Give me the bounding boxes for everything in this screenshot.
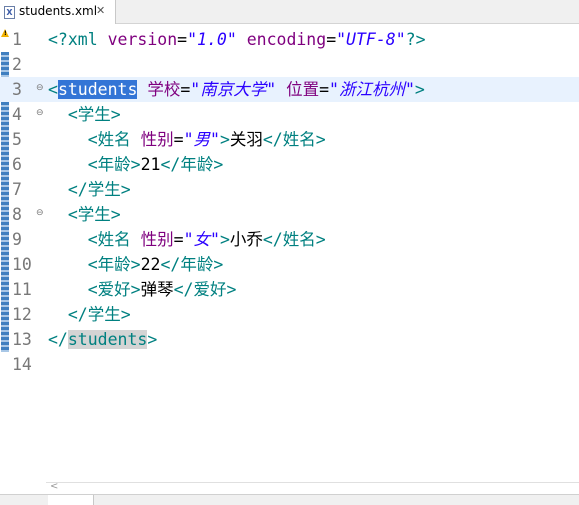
tag-bracket: > <box>414 80 425 99</box>
start-tag: <年龄> <box>87 155 141 174</box>
start-tag: <年龄> <box>87 255 141 274</box>
code-text: <年龄>21</年龄> <box>48 152 224 177</box>
xml-declaration-open: <?xml <box>48 30 98 49</box>
attribute-value: "女" <box>183 230 220 249</box>
code-text: <?xml version="1.0" encoding="UTF-8"?> <box>48 27 426 52</box>
code-line[interactable]: 14 <box>0 352 579 377</box>
line-number: 10 <box>12 255 32 274</box>
code-line[interactable]: 8 ⊖ <学生> <box>0 202 579 227</box>
code-text: <姓名 性别="男">关羽</姓名> <box>87 130 326 149</box>
attribute-name: 性别 <box>140 130 174 149</box>
code-text: <年龄>22</年龄> <box>48 252 224 277</box>
end-tag: </学生> <box>67 305 131 324</box>
code-line[interactable]: 11 <爱好>弹琴</爱好> <box>0 277 579 302</box>
editor-tab-bar: X students.xml ✕ <box>0 0 579 24</box>
line-number: 14 <box>12 355 32 374</box>
code-line[interactable]: 9 <姓名 性别="女">小乔</姓名> <box>0 227 579 252</box>
attribute-name: 学校 <box>147 80 181 99</box>
code-line[interactable]: 5 <姓名 性别="男">关羽</姓名> <box>0 127 579 152</box>
end-tag: </年龄> <box>160 255 224 274</box>
attribute-value: "南京大学" <box>190 80 277 99</box>
equals: = <box>326 30 337 49</box>
fold-toggle-icon[interactable]: ⊖ <box>36 109 45 118</box>
attribute-value: "浙江杭州" <box>329 80 415 99</box>
element-text: 小乔 <box>229 230 263 249</box>
code-line[interactable]: 4 ⊖ <学生> <box>0 102 579 127</box>
code-text: <学生> <box>48 102 121 127</box>
code-line[interactable]: 10 <年龄>22</年龄> <box>0 252 579 277</box>
xml-declaration-close: ?> <box>405 30 426 49</box>
close-icon[interactable]: ✕ <box>96 4 105 17</box>
end-tag: </姓名> <box>262 130 326 149</box>
end-tag: </年龄> <box>160 155 224 174</box>
matching-tag-name: students <box>67 330 148 349</box>
line-number: 5 <box>12 130 22 149</box>
line-number: 8 <box>12 205 22 224</box>
line-number: 6 <box>12 155 22 174</box>
end-tag: </学生> <box>67 180 131 199</box>
xml-file-icon: X <box>4 6 15 19</box>
start-tag-open: <姓名 <box>87 130 131 149</box>
code-text: <学生> <box>48 202 121 227</box>
code-text: <students 学校="南京大学" 位置="浙江杭州"> <box>48 80 425 99</box>
attribute-name: 位置 <box>286 80 320 99</box>
tab-label: students.xml <box>19 4 98 18</box>
scroll-left-icon[interactable]: < <box>50 481 58 492</box>
line-number: 1 <box>12 30 22 49</box>
editor-bottom-tabs <box>0 494 579 505</box>
element-text: 22 <box>140 255 161 274</box>
equals: = <box>177 30 188 49</box>
start-tag: <学生> <box>67 205 121 224</box>
code-text: </students> <box>48 327 157 352</box>
attribute-value: "男" <box>183 130 220 149</box>
fold-toggle-icon[interactable]: ⊖ <box>36 209 45 218</box>
line-number: 4 <box>12 105 22 124</box>
tab-students-xml[interactable]: X students.xml ✕ <box>0 0 116 24</box>
code-line[interactable]: 7 </学生> <box>0 177 579 202</box>
code-line[interactable]: 3 ⊖ <students 学校="南京大学" 位置="浙江杭州"> <box>0 77 579 102</box>
attribute-name: encoding <box>246 30 327 49</box>
code-line[interactable]: 12 </学生> <box>0 302 579 327</box>
start-tag: <爱好> <box>87 280 141 299</box>
line-number: 13 <box>12 330 32 349</box>
code-text: </学生> <box>48 302 131 327</box>
code-text: </学生> <box>48 177 131 202</box>
code-text: <姓名 性别="女">小乔</姓名> <box>87 230 326 249</box>
end-tag: </姓名> <box>262 230 326 249</box>
selected-tag-name: students <box>57 80 138 99</box>
tag-bracket: > <box>147 330 158 349</box>
element-text: 弹琴 <box>140 280 174 299</box>
code-text: <爱好>弹琴</爱好> <box>48 277 237 302</box>
line-number: 9 <box>12 230 22 249</box>
tag-bracket: < <box>48 80 58 99</box>
line-number: 7 <box>12 180 22 199</box>
tag-bracket: </ <box>48 330 68 349</box>
start-tag: <学生> <box>67 105 121 124</box>
element-text: 21 <box>140 155 161 174</box>
start-tag-open: <姓名 <box>87 230 131 249</box>
line-number: 3 <box>12 80 22 99</box>
code-line[interactable]: 2 <box>0 52 579 77</box>
fold-toggle-icon[interactable]: ⊖ <box>36 84 45 93</box>
attribute-name: 性别 <box>140 230 174 249</box>
element-text: 关羽 <box>229 130 263 149</box>
line-number: 12 <box>12 305 32 324</box>
code-line[interactable]: 13 </students> <box>0 327 579 352</box>
line-number: 11 <box>12 280 32 299</box>
code-line[interactable]: 1 <?xml version="1.0" encoding="UTF-8"?> <box>0 27 579 52</box>
code-line[interactable]: 6 <年龄>21</年龄> <box>0 152 579 177</box>
attribute-name: version <box>107 30 178 49</box>
line-number: 2 <box>12 55 22 74</box>
end-tag: </爱好> <box>173 280 237 299</box>
attribute-value: "UTF-8" <box>336 30 406 49</box>
attribute-value: "1.0" <box>187 30 237 49</box>
